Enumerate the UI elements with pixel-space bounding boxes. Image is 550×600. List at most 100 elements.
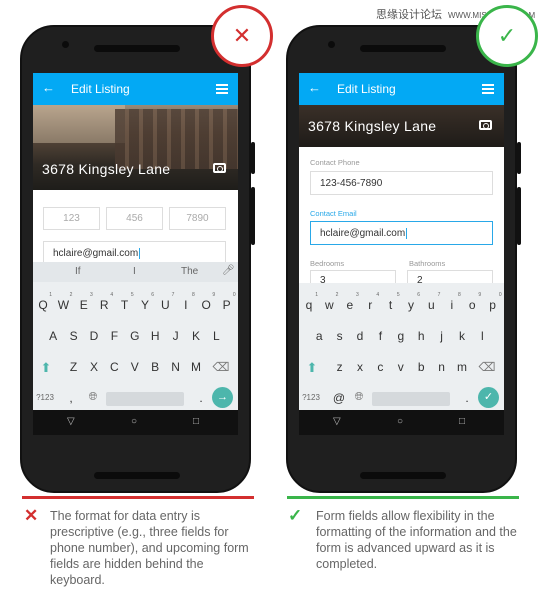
key-K[interactable]: K <box>186 329 206 343</box>
key-g[interactable]: g <box>391 329 411 343</box>
power-button <box>517 142 521 174</box>
comma-key[interactable]: , <box>61 391 81 405</box>
backspace-icon[interactable]: ⌫ <box>211 360 231 374</box>
suggestion[interactable]: If <box>75 266 81 277</box>
key-hint: 5 <box>130 292 134 298</box>
key-Y[interactable]: Y6 <box>135 292 155 312</box>
microphone-icon[interactable]: 🎤︎ <box>222 265 235 276</box>
key-hint: 0 <box>232 292 236 298</box>
key-q[interactable]: q1 <box>299 292 319 312</box>
space-bar[interactable] <box>372 392 450 406</box>
key-U[interactable]: U7 <box>155 292 175 312</box>
key-v[interactable]: v <box>391 360 411 374</box>
period-key[interactable]: . <box>457 391 477 405</box>
shift-icon[interactable]: ⬆ <box>36 360 56 376</box>
menu-icon[interactable] <box>482 84 494 94</box>
symbols-key[interactable]: ?123 <box>35 393 55 402</box>
symbols-key[interactable]: ?123 <box>301 393 321 402</box>
contact-phone-label: Contact Phone <box>310 158 360 167</box>
nav-home-icon[interactable]: ○ <box>397 416 403 427</box>
menu-icon[interactable] <box>216 84 228 94</box>
key-X[interactable]: X <box>84 360 104 374</box>
nav-recents-icon[interactable]: □ <box>459 416 465 427</box>
at-key[interactable]: @ <box>329 391 349 405</box>
globe-icon[interactable]: 🌐︎ <box>349 391 369 404</box>
key-F[interactable]: F <box>104 329 124 343</box>
check-icon: ✓ <box>497 23 517 48</box>
key-G[interactable]: G <box>125 329 145 343</box>
suggestion[interactable]: The <box>181 266 198 277</box>
phone-area-code-field[interactable]: 123 <box>43 207 100 230</box>
suggestion[interactable]: I <box>133 266 136 277</box>
key-x[interactable]: x <box>350 360 370 374</box>
key-H[interactable]: H <box>145 329 165 343</box>
key-a[interactable]: a <box>309 329 329 343</box>
key-S[interactable]: S <box>64 329 84 343</box>
hero-image: 3678 Kingsley Lane <box>33 105 238 190</box>
bad-divider <box>22 496 254 499</box>
key-c[interactable]: c <box>370 360 390 374</box>
key-e[interactable]: e3 <box>340 292 360 312</box>
key-O[interactable]: O9 <box>196 292 216 312</box>
key-M[interactable]: M <box>186 360 206 374</box>
key-n[interactable]: n <box>432 360 452 374</box>
key-I[interactable]: I8 <box>176 292 196 312</box>
key-C[interactable]: C <box>104 360 124 374</box>
back-arrow-icon[interactable]: ← <box>42 80 55 95</box>
key-k[interactable]: k <box>452 329 472 343</box>
key-m[interactable]: m <box>452 360 472 374</box>
nav-recents-icon[interactable]: □ <box>193 416 199 427</box>
nav-back-icon[interactable]: ▽ <box>333 416 341 427</box>
key-Q[interactable]: Q1 <box>33 292 53 312</box>
key-b[interactable]: b <box>411 360 431 374</box>
key-w[interactable]: w2 <box>319 292 339 312</box>
key-N[interactable]: N <box>166 360 186 374</box>
key-J[interactable]: J <box>166 329 186 343</box>
key-hint: 4 <box>110 292 114 298</box>
nav-home-icon[interactable]: ○ <box>131 416 137 427</box>
key-R[interactable]: R4 <box>94 292 114 312</box>
nav-back-icon[interactable]: ▽ <box>67 416 75 427</box>
contact-phone-field[interactable]: 123-456-7890 <box>310 171 493 195</box>
space-bar[interactable] <box>106 392 184 406</box>
key-h[interactable]: h <box>411 329 431 343</box>
phone-line-field[interactable]: 7890 <box>169 207 226 230</box>
phone-prefix-field[interactable]: 456 <box>106 207 163 230</box>
key-P[interactable]: P0 <box>217 292 237 312</box>
key-p[interactable]: p0 <box>483 292 503 312</box>
key-B[interactable]: B <box>145 360 165 374</box>
shift-icon[interactable]: ⬆ <box>302 360 322 376</box>
key-s[interactable]: s <box>330 329 350 343</box>
key-L[interactable]: L <box>206 329 226 343</box>
key-E[interactable]: E3 <box>74 292 94 312</box>
key-A[interactable]: A <box>43 329 63 343</box>
period-key[interactable]: . <box>191 391 211 405</box>
globe-icon[interactable]: 🌐︎ <box>83 391 103 404</box>
key-i[interactable]: i8 <box>442 292 462 312</box>
key-r[interactable]: r4 <box>360 292 380 312</box>
key-hint: 2 <box>335 292 339 298</box>
key-l[interactable]: l <box>472 329 492 343</box>
add-photo-icon[interactable] <box>213 163 226 173</box>
key-Z[interactable]: Z <box>64 360 84 374</box>
key-o[interactable]: o9 <box>462 292 482 312</box>
add-photo-icon[interactable] <box>479 120 492 130</box>
back-arrow-icon[interactable]: ← <box>308 80 321 95</box>
key-f[interactable]: f <box>370 329 390 343</box>
done-icon[interactable]: ✓ <box>478 387 499 408</box>
key-j[interactable]: j <box>432 329 452 343</box>
key-W[interactable]: W2 <box>53 292 73 312</box>
next-icon[interactable]: → <box>212 387 233 408</box>
key-t[interactable]: t5 <box>381 292 401 312</box>
key-V[interactable]: V <box>125 360 145 374</box>
key-z[interactable]: z <box>330 360 350 374</box>
key-u[interactable]: u7 <box>421 292 441 312</box>
key-y[interactable]: y6 <box>401 292 421 312</box>
key-d[interactable]: d <box>350 329 370 343</box>
contact-email-label: Contact Email <box>310 209 357 218</box>
backspace-icon[interactable]: ⌫ <box>477 360 497 374</box>
contact-email-field[interactable]: hclaire@gmail.com <box>310 221 493 245</box>
key-D[interactable]: D <box>84 329 104 343</box>
listing-address: 3678 Kingsley Lane <box>42 161 171 177</box>
key-T[interactable]: T5 <box>115 292 135 312</box>
